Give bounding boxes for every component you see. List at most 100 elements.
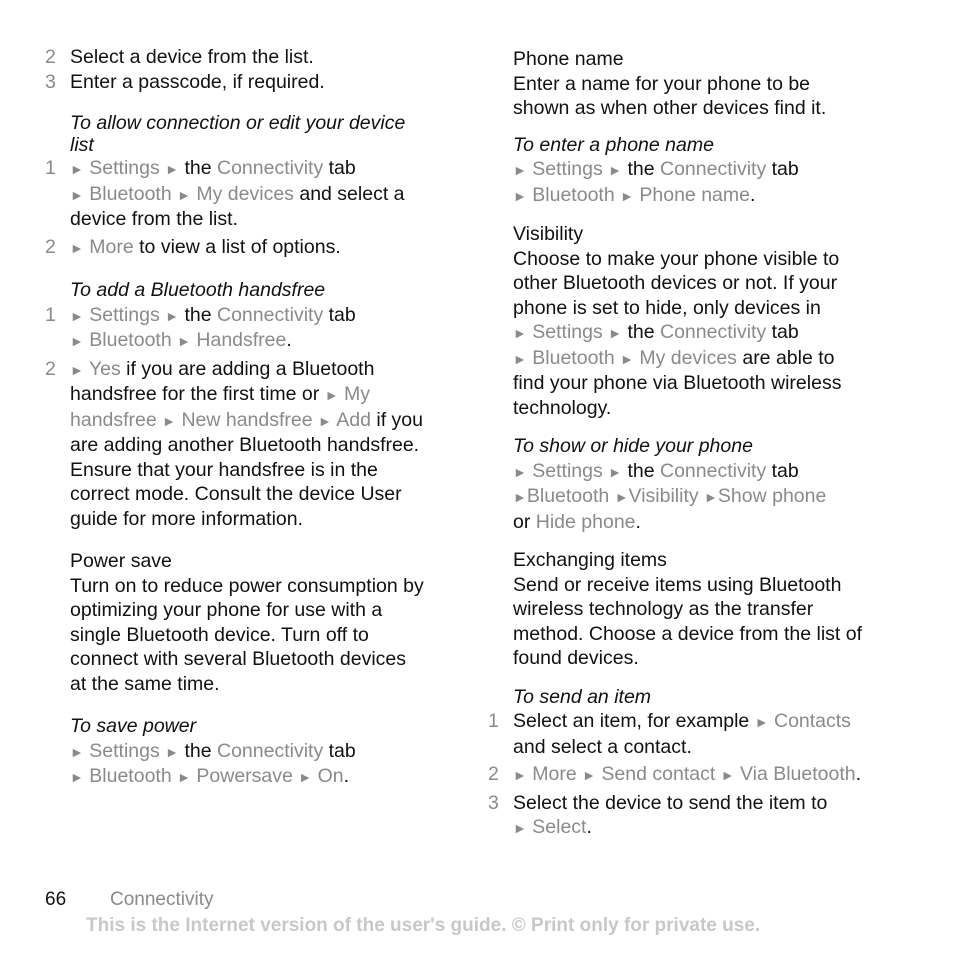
menu-settings: Settings <box>89 303 160 326</box>
text: the <box>627 459 655 482</box>
send-step-3: 3 Select the device to send the item to … <box>488 791 868 841</box>
show-hide-phone-path: ► Settings ► the Connectivity tab ►Bluet… <box>488 459 868 535</box>
arrow-right-icon: ► <box>165 743 180 760</box>
menu-settings: Settings <box>532 158 603 180</box>
text: Select the device to send the item to <box>513 791 828 814</box>
visibility-heading: Visibility <box>513 223 584 245</box>
menu-bluetooth: Bluetooth <box>89 329 172 351</box>
text: or <box>513 510 531 533</box>
menu-contacts: Contacts <box>773 710 851 732</box>
menu-hide-phone: Hide phone <box>535 510 636 533</box>
arrow-right-icon: ► <box>608 162 623 178</box>
arrow-right-icon: ► <box>70 361 84 378</box>
menu-connectivity: Connectivity <box>659 158 767 180</box>
step-number: 1 <box>45 303 56 326</box>
menu-bluetooth: Bluetooth <box>532 346 615 369</box>
menu-connectivity: Connectivity <box>659 459 767 482</box>
arrow-right-icon: ► <box>70 186 84 203</box>
copyright-note: This is the Internet version of the user… <box>86 915 761 936</box>
menu-handsfree: Handsfree <box>196 329 287 351</box>
arrow-right-icon: ► <box>704 489 718 505</box>
text: tab <box>771 321 799 343</box>
arrow-right-icon: ► <box>70 239 84 256</box>
text: the <box>184 157 212 179</box>
arrow-right-icon: ► <box>513 162 527 178</box>
step-text: Enter a passcode, if required. <box>70 70 325 93</box>
exchanging-items-text: Send or receive items using Bluetooth wi… <box>513 573 863 670</box>
arrow-right-icon: ► <box>70 333 84 349</box>
text: Select an item, for example <box>513 710 750 732</box>
text: . <box>286 329 292 351</box>
arrow-right-icon: ► <box>165 161 180 177</box>
arrow-right-icon: ► <box>608 325 623 341</box>
arrow-right-icon: ► <box>298 769 313 785</box>
phone-name-text: Enter a name for your phone to be shown … <box>513 72 827 120</box>
send-item-heading: To send an item <box>513 685 652 708</box>
text: tab <box>771 459 799 482</box>
arrow-right-icon: ► <box>70 769 84 785</box>
step-number: 1 <box>45 157 56 179</box>
allow-connection-heading: To allow connection or edit your device … <box>70 112 406 156</box>
show-hide-phone-heading: To show or hide your phone <box>513 435 753 457</box>
step-number: 2 <box>45 357 56 380</box>
arrow-right-icon: ► <box>513 463 527 480</box>
arrow-right-icon: ► <box>177 333 191 349</box>
handsfree-step-2: 2 ► Yes if you are adding a Bluetooth ha… <box>45 357 425 532</box>
text: . <box>635 510 641 533</box>
arrow-right-icon: ► <box>162 412 177 429</box>
step-text: Select a device from the list. <box>70 46 314 68</box>
text: . <box>749 183 756 206</box>
arrow-right-icon: ► <box>70 161 84 177</box>
arrow-right-icon: ► <box>318 412 332 429</box>
arrow-right-icon: ► <box>513 187 527 204</box>
left-column: 2 Select a device from the list. 3 Enter a… <box>45 45 425 790</box>
handsfree-step-1: 1 ► Settings ► the Connectivity tab ► Bl… <box>45 303 425 354</box>
menu-yes: Yes <box>88 357 121 380</box>
step-number: 2 <box>488 763 499 785</box>
text: and select a contact. <box>513 735 692 758</box>
menu-my-devices: My devices <box>639 346 737 369</box>
page-number: 66 <box>45 889 67 910</box>
arrow-right-icon: ► <box>177 769 191 785</box>
step-number: 2 <box>45 46 56 68</box>
step-number: 3 <box>488 791 499 814</box>
step-number: 2 <box>45 235 56 258</box>
text: . <box>855 763 862 785</box>
enter-phone-name-heading: To enter a phone name <box>513 133 714 156</box>
menu-settings: Settings <box>89 739 160 762</box>
text: the <box>627 321 655 343</box>
arrow-right-icon: ► <box>177 186 191 203</box>
menu-connectivity: Connectivity <box>216 739 324 762</box>
send-step-2: 2 ► More ► Send contact ► Via Bluetooth. <box>488 762 868 788</box>
arrow-right-icon: ► <box>513 820 527 836</box>
step-2-select-device: 2 Select a device from the list. <box>45 45 425 70</box>
menu-more: More <box>532 763 577 785</box>
menu-select: Select <box>532 816 587 838</box>
power-save-text: Turn on to reduce power consumption by o… <box>70 574 424 695</box>
menu-new-handsfree: New handsfree <box>181 408 313 431</box>
text: to view a list of options. <box>139 235 341 258</box>
menu-my-devices: My devices <box>196 182 294 205</box>
menu-bluetooth: Bluetooth <box>89 765 172 787</box>
menu-powersave: Powersave <box>196 765 293 787</box>
arrow-right-icon: ► <box>165 307 180 324</box>
section-name: Connectivity <box>110 889 214 910</box>
menu-show-phone: Show phone <box>717 485 827 507</box>
power-save-heading: Power save <box>70 550 172 572</box>
arrow-right-icon: ► <box>70 307 84 324</box>
send-step-1: 1 Select an item, for example ► Contacts… <box>488 709 868 759</box>
menu-phone-name: Phone name <box>639 183 750 206</box>
arrow-right-icon: ► <box>620 187 634 204</box>
menu-visibility: Visibility <box>628 485 699 507</box>
arrow-right-icon: ► <box>513 325 527 341</box>
text: tab <box>771 158 799 180</box>
menu-on: On <box>317 765 344 787</box>
exchanging-items-heading: Exchanging items <box>513 549 667 571</box>
arrow-right-icon: ► <box>513 350 527 367</box>
menu-settings: Settings <box>89 157 160 179</box>
menu-connectivity: Connectivity <box>659 321 767 343</box>
menu-send-contact: Send contact <box>601 763 716 785</box>
arrow-right-icon: ► <box>324 387 339 403</box>
phone-name-heading: Phone name <box>513 48 624 70</box>
menu-connectivity: Connectivity <box>216 157 324 179</box>
